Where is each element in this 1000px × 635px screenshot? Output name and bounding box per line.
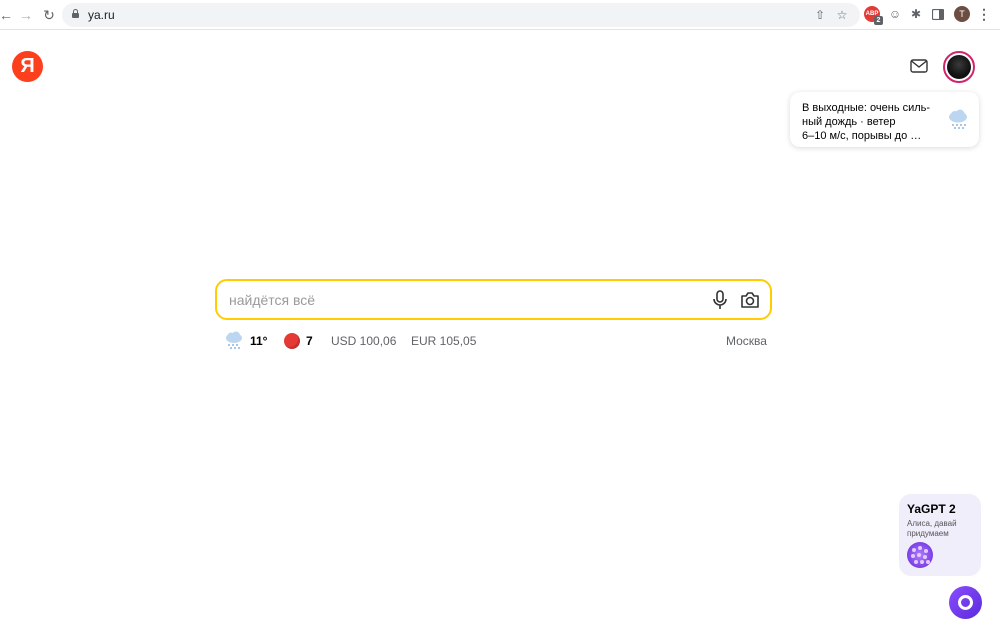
weather-forecast-line: ный дождь · ветер: [802, 116, 896, 128]
traffic-score: 7: [306, 334, 313, 348]
search-input[interactable]: [229, 290, 689, 310]
rain-cloud-icon: [224, 331, 244, 352]
yagpt-subtitle: Алиса, давай придумаем: [907, 519, 957, 538]
yagpt-orb-icon: [907, 542, 933, 568]
side-panel-icon[interactable]: [930, 6, 946, 22]
extensions-puzzle-icon[interactable]: ✱: [908, 6, 924, 22]
weather-forecast-line: 6–10 м/с, порывы до …: [802, 130, 922, 142]
weather-widget[interactable]: 11°: [224, 331, 267, 351]
city-selector[interactable]: Москва: [726, 331, 767, 351]
eur-rate[interactable]: EUR 105,05: [411, 331, 476, 351]
back-arrow-icon[interactable]: ←: [0, 5, 16, 25]
rain-cloud-icon: [947, 109, 969, 129]
temperature-value: 11°: [250, 334, 268, 348]
weather-forecast-text: В выходные: очень силь- ный дождь · вете…: [802, 101, 932, 143]
bookmark-star-icon[interactable]: ☆: [834, 7, 850, 23]
traffic-light-icon: [284, 333, 300, 349]
browser-menu-icon[interactable]: ⋮: [977, 6, 991, 22]
camera-search-icon[interactable]: [739, 290, 761, 310]
microphone-icon[interactable]: [711, 290, 729, 310]
browser-profile-avatar[interactable]: T: [954, 6, 970, 22]
extension-count-badge: 2: [874, 16, 883, 25]
mail-icon[interactable]: [909, 57, 929, 75]
yagpt-title: YaGPT 2: [907, 502, 956, 516]
traffic-widget[interactable]: 7: [284, 331, 313, 351]
lock-icon: [72, 9, 79, 18]
share-icon[interactable]: ⇧: [812, 7, 828, 23]
user-avatar[interactable]: [943, 51, 975, 83]
extension-face-icon[interactable]: ☺: [887, 6, 903, 22]
usd-rate[interactable]: USD 100,06: [331, 331, 396, 351]
address-bar[interactable]: ya.ru ⇧ ☆: [62, 3, 860, 27]
forward-arrow-icon[interactable]: →: [16, 5, 36, 25]
yandex-logo[interactable]: Я: [12, 51, 43, 82]
reload-icon[interactable]: ↻: [39, 5, 59, 25]
search-box: [215, 279, 772, 320]
adblock-extension-icon[interactable]: ABP 2: [864, 6, 883, 25]
url-text[interactable]: ya.ru: [88, 8, 115, 22]
weather-forecast-line: В выходные: очень силь-: [802, 102, 931, 114]
alice-ring-icon: [958, 595, 973, 610]
alice-assistant-button[interactable]: [949, 586, 982, 619]
browser-toolbar: ← → ↻ ya.ru ⇧ ☆ ABP 2 ☺ ✱ T ⋮: [0, 0, 1000, 30]
info-row: 11° 7 USD 100,06 EUR 105,05 Москва: [224, 331, 769, 351]
yagpt-promo-card[interactable]: YaGPT 2 Алиса, давай придумаем: [899, 494, 981, 576]
weather-forecast-card[interactable]: В выходные: очень силь- ный дождь · вете…: [790, 92, 979, 147]
